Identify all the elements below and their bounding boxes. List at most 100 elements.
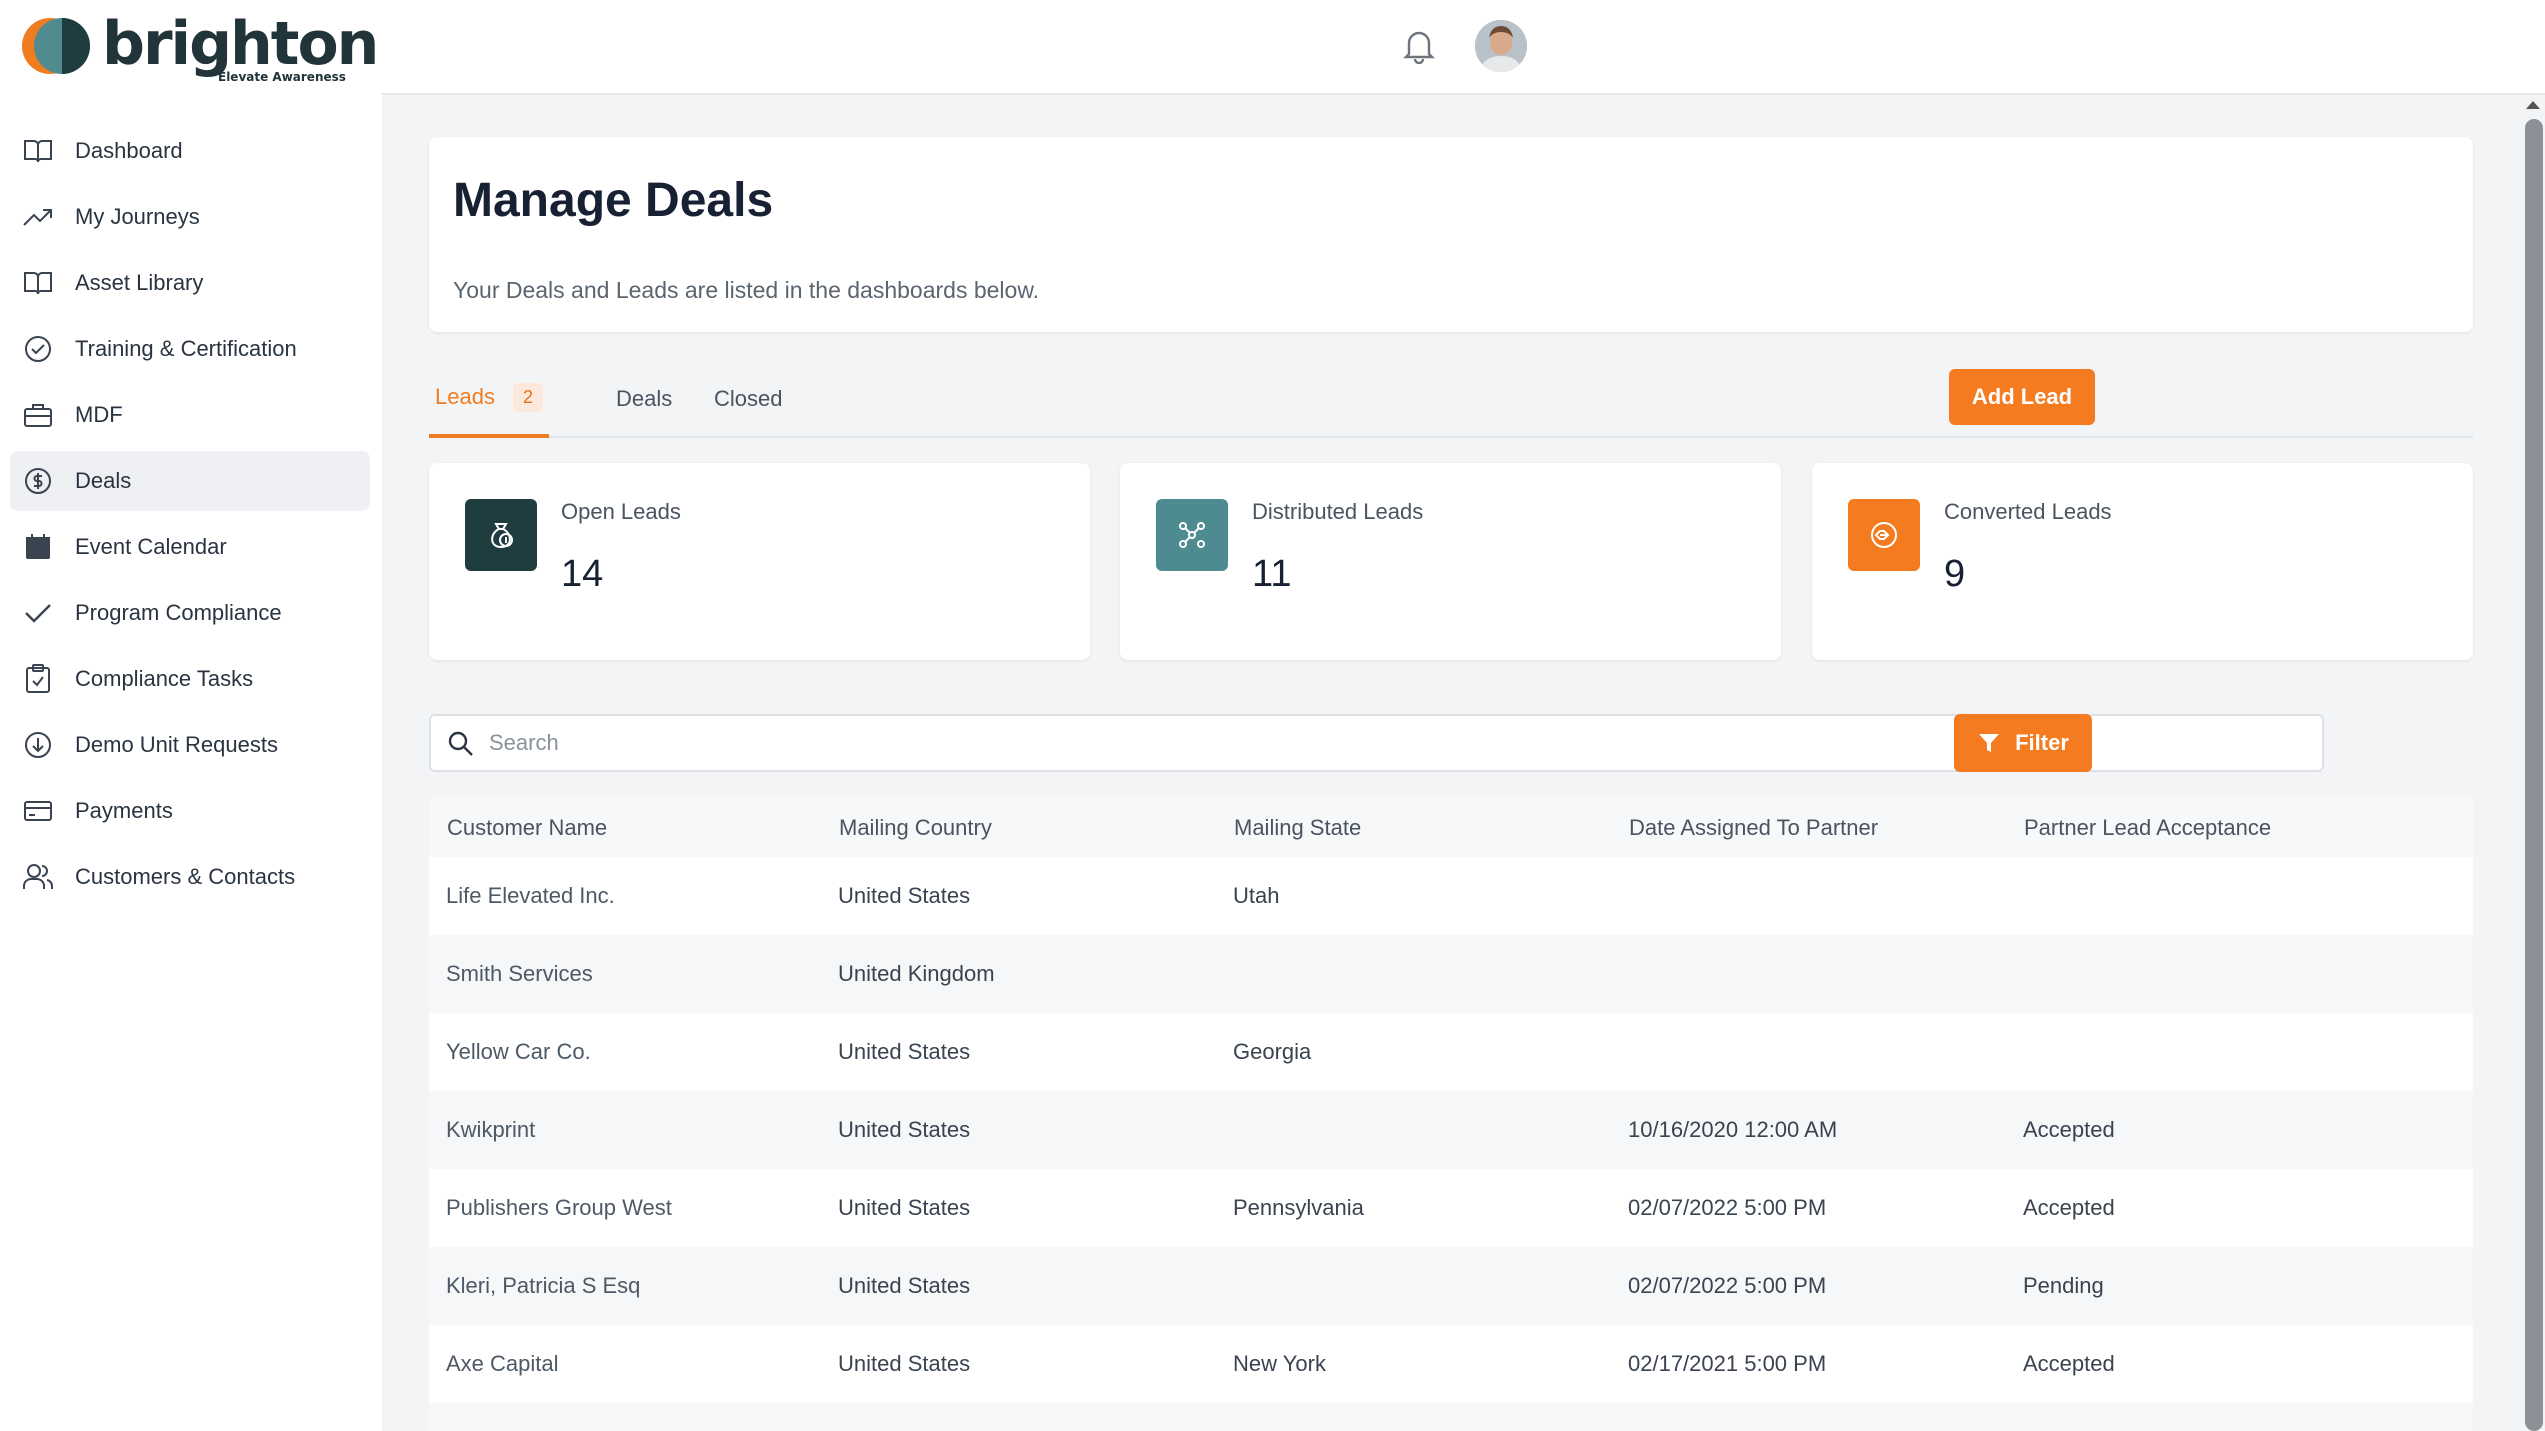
table-header-row: Customer Name Mailing Country Mailing St… bbox=[429, 795, 2473, 857]
stat-card-distributed-leads: Distributed Leads 11 bbox=[1120, 463, 1781, 660]
page-header-card: Manage Deals Your Deals and Leads are li… bbox=[429, 137, 2473, 332]
tab-count-badge: 2 bbox=[512, 382, 543, 412]
cell-customer-name: Publishers Group West bbox=[446, 1195, 672, 1220]
sidebar-item-label: Deals bbox=[75, 468, 132, 493]
cell-mailing-country: United States bbox=[838, 1351, 971, 1376]
clipboard-check-icon bbox=[22, 663, 54, 695]
cell-customer-name: Life Elevated Inc. bbox=[446, 883, 615, 908]
cell-mailing-state: Georgia bbox=[1233, 1039, 1312, 1064]
topbar bbox=[382, 0, 2545, 95]
cell-mailing-state: Pennsylvania bbox=[1233, 1195, 1364, 1220]
table-row[interactable]: Axe Capital United States New York 02/17… bbox=[429, 1325, 2473, 1403]
add-lead-button[interactable]: Add Lead bbox=[1949, 369, 2095, 425]
sidebar-item-label: Event Calendar bbox=[75, 534, 227, 559]
tab-bar: Leads 2 Deals Closed bbox=[429, 360, 2473, 438]
sidebar-item-demo-unit-requests[interactable]: Demo Unit Requests bbox=[10, 715, 370, 775]
column-header[interactable]: Date Assigned To Partner bbox=[1629, 815, 1878, 841]
users-icon bbox=[22, 861, 54, 893]
tab-label: Closed bbox=[714, 386, 783, 411]
leads-table: Customer Name Mailing Country Mailing St… bbox=[429, 795, 2473, 1431]
stat-label: Converted Leads bbox=[1944, 499, 2112, 524]
stat-value: 9 bbox=[1944, 553, 1966, 595]
sidebar-item-payments[interactable]: Payments bbox=[10, 781, 370, 841]
cell-mailing-state: New York bbox=[1233, 1351, 1326, 1376]
sidebar-item-label: Asset Library bbox=[75, 270, 204, 295]
filter-button[interactable]: Filter bbox=[1954, 714, 2092, 772]
cell-mailing-country: United States bbox=[838, 1039, 971, 1064]
sidebar-item-dashboard[interactable]: Dashboard bbox=[10, 121, 370, 181]
cell-mailing-country: United States bbox=[838, 1273, 971, 1298]
handshake-icon bbox=[1848, 499, 1920, 571]
cell-date-assigned: 02/07/2022 5:00 PM bbox=[1628, 1195, 1827, 1220]
check-circle-icon bbox=[22, 333, 54, 365]
notification-bell-icon[interactable] bbox=[1402, 28, 1436, 69]
user-avatar[interactable] bbox=[1475, 20, 1527, 72]
sidebar-item-label: Demo Unit Requests bbox=[75, 732, 278, 757]
tab-label: Deals bbox=[616, 386, 673, 411]
table-row[interactable]: Yellow Car Co. United States Georgia bbox=[429, 1013, 2473, 1091]
column-header[interactable]: Mailing Country bbox=[839, 815, 992, 841]
logo-mark-icon bbox=[22, 18, 90, 74]
book-icon bbox=[22, 135, 54, 167]
sidebar-item-label: Compliance Tasks bbox=[75, 666, 254, 691]
sidebar-item-mdf[interactable]: MDF bbox=[10, 385, 370, 445]
app-root: brighton Elevate Awareness Dashboard My … bbox=[0, 0, 2545, 1431]
column-header[interactable]: Mailing State bbox=[1234, 815, 1361, 841]
cell-date-assigned: 02/17/2021 5:00 PM bbox=[1628, 1351, 1827, 1376]
table-row[interactable]: Kwikprint United States 10/16/2020 12:00… bbox=[429, 1091, 2473, 1169]
cell-mailing-country: United Kingdom bbox=[838, 961, 995, 986]
tab-leads[interactable]: Leads 2 bbox=[429, 360, 549, 438]
table-row[interactable]: Life Elevated Inc. United States Utah bbox=[429, 857, 2473, 935]
stat-card-converted-leads: Converted Leads 9 bbox=[1812, 463, 2473, 660]
cell-date-assigned: 10/16/2020 12:00 AM bbox=[1628, 1117, 1838, 1142]
sidebar-item-compliance-tasks[interactable]: Compliance Tasks bbox=[10, 649, 370, 709]
scroll-up-arrow-icon[interactable] bbox=[2526, 101, 2540, 109]
sidebar-item-label: My Journeys bbox=[75, 204, 200, 229]
sidebar-item-label: Customers & Contacts bbox=[75, 864, 296, 889]
filter-button-label: Filter bbox=[2015, 730, 2069, 755]
sidebar-item-training-certification[interactable]: Training & Certification bbox=[10, 319, 370, 379]
sidebar-item-deals[interactable]: Deals bbox=[10, 451, 370, 511]
table-row[interactable]: Publishers Group West United States Penn… bbox=[429, 1169, 2473, 1247]
tab-label: Leads bbox=[435, 384, 495, 409]
sidebar-item-label: Training & Certification bbox=[75, 336, 297, 361]
cell-customer-name: Kwikprint bbox=[446, 1117, 536, 1142]
search-icon bbox=[447, 730, 475, 763]
table-row[interactable]: Smith Services United Kingdom bbox=[429, 935, 2473, 1013]
sidebar-item-asset-library[interactable]: Asset Library bbox=[10, 253, 370, 313]
sidebar-item-label: Dashboard bbox=[75, 138, 183, 163]
tab-closed[interactable]: Closed bbox=[714, 360, 782, 438]
cell-lead-acceptance: Accepted bbox=[2023, 1351, 2115, 1376]
brand-tagline: Elevate Awareness bbox=[218, 70, 346, 84]
main-content: Manage Deals Your Deals and Leads are li… bbox=[382, 95, 2522, 1431]
stat-value: 11 bbox=[1252, 553, 1292, 595]
brand-logo[interactable]: brighton Elevate Awareness bbox=[20, 8, 379, 88]
money-bag-icon bbox=[465, 499, 537, 571]
sidebar-item-label: MDF bbox=[75, 402, 123, 427]
table-body: Life Elevated Inc. United States Utah Sm… bbox=[429, 857, 2473, 1431]
download-circle-icon bbox=[22, 729, 54, 761]
vertical-scrollbar[interactable] bbox=[2522, 95, 2545, 1431]
column-header[interactable]: Partner Lead Acceptance bbox=[2024, 815, 2271, 841]
cell-lead-acceptance: Accepted bbox=[2023, 1117, 2115, 1142]
cell-mailing-country: United States bbox=[838, 883, 971, 908]
trend-up-icon bbox=[22, 201, 54, 233]
brand-name: brighton bbox=[102, 9, 379, 79]
sidebar-item-customers-contacts[interactable]: Customers & Contacts bbox=[10, 847, 370, 907]
cell-customer-name: Smith Services bbox=[446, 961, 593, 986]
table-row[interactable]: Kleri, Patricia S Esq United States 02/0… bbox=[429, 1247, 2473, 1325]
funnel-icon bbox=[1979, 734, 2000, 752]
column-header[interactable]: Customer Name bbox=[447, 815, 607, 841]
sidebar-item-label: Program Compliance bbox=[75, 600, 282, 625]
sidebar-item-program-compliance[interactable]: Program Compliance bbox=[10, 583, 370, 643]
scrollbar-thumb[interactable] bbox=[2525, 119, 2543, 1431]
stat-label: Distributed Leads bbox=[1252, 499, 1424, 524]
sidebar-nav: Dashboard My Journeys Asset Library Trai… bbox=[10, 121, 370, 913]
sidebar-item-my-journeys[interactable]: My Journeys bbox=[10, 187, 370, 247]
stat-value: 14 bbox=[561, 553, 604, 595]
briefcase-icon bbox=[22, 399, 54, 431]
sidebar-item-event-calendar[interactable]: Event Calendar bbox=[10, 517, 370, 577]
tab-deals[interactable]: Deals bbox=[616, 360, 672, 438]
book-icon bbox=[22, 267, 54, 299]
cell-customer-name: Axe Capital bbox=[446, 1351, 559, 1376]
